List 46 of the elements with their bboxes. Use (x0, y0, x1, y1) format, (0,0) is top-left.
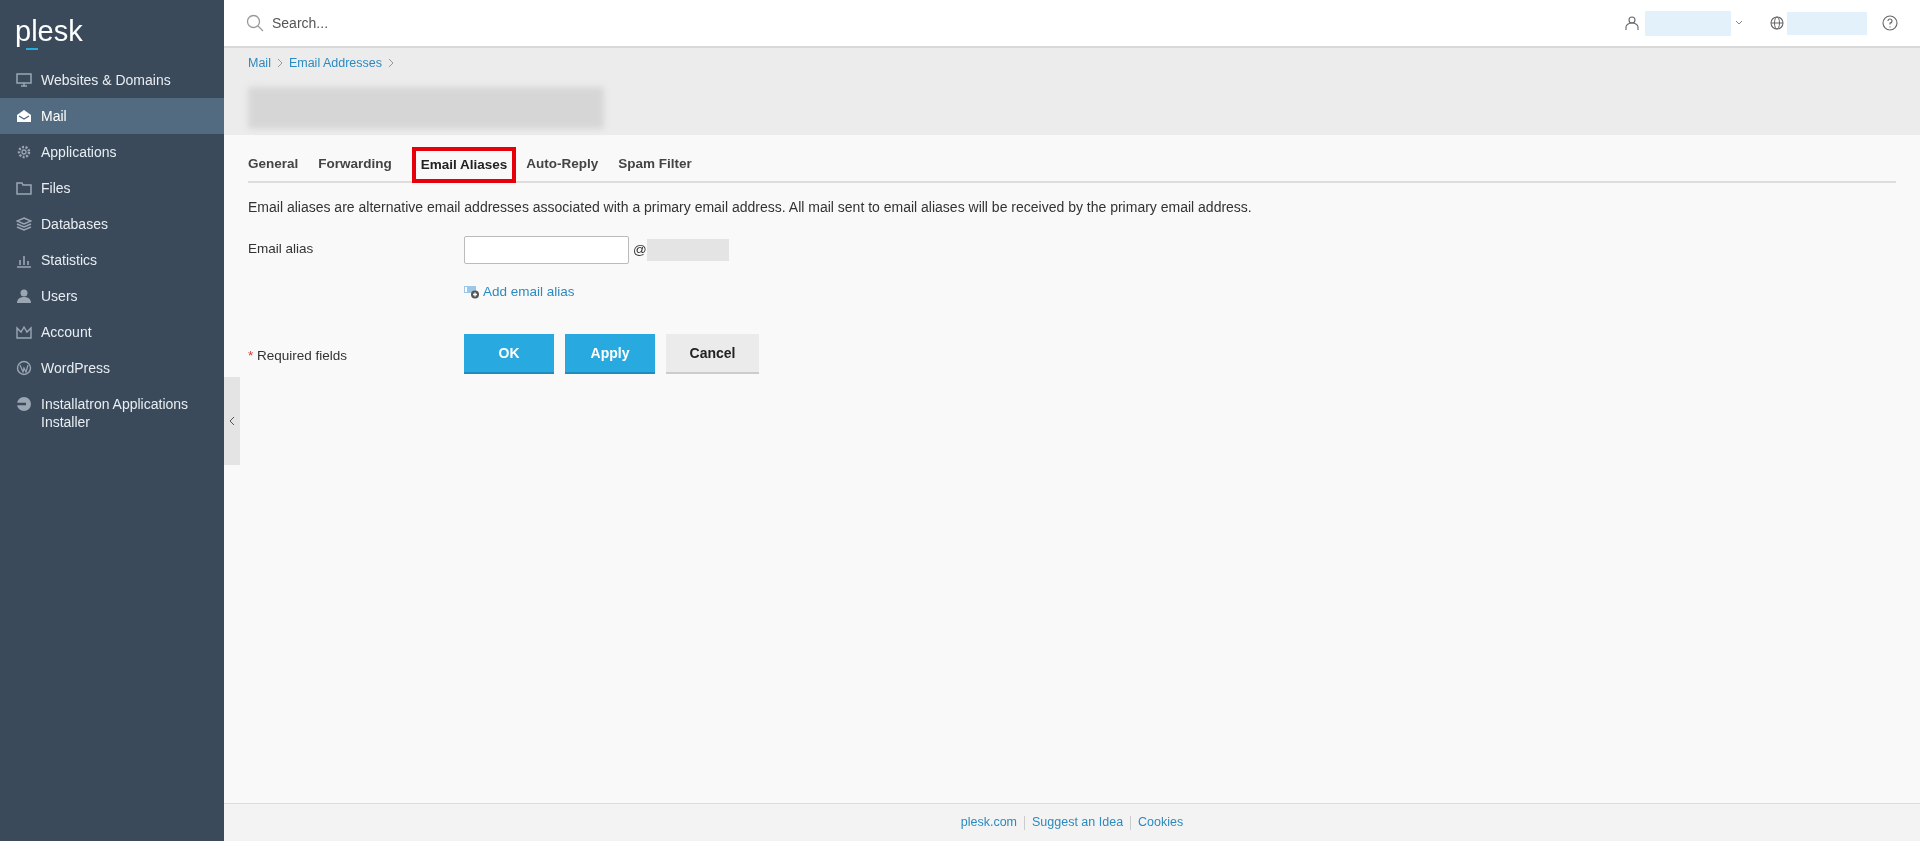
tab[interactable]: General (248, 151, 299, 181)
user-icon (16, 288, 32, 304)
sidebar-item[interactable]: WordPress (0, 350, 224, 386)
required-fields-note: * Required fields (248, 347, 349, 366)
sidebar-item[interactable]: Users (0, 278, 224, 314)
chevron-right-icon (276, 58, 283, 69)
gear-icon (16, 144, 32, 160)
tab[interactable]: Auto-Reply (526, 151, 599, 181)
field-label: Email alias (248, 239, 315, 258)
layers-icon (16, 216, 32, 232)
chevron-left-icon (229, 416, 235, 426)
wordpress-icon (16, 360, 32, 376)
email-alias-field[interactable] (464, 236, 629, 264)
monitor-icon (16, 72, 32, 88)
search-icon (246, 14, 264, 32)
mail-icon (16, 108, 32, 124)
at-sign: @ (633, 240, 647, 259)
add-email-alias-link[interactable]: Add email alias (464, 282, 575, 303)
sidebar-item[interactable]: Statistics (0, 242, 224, 278)
search-field[interactable]: Search... (272, 12, 672, 34)
plesk-logo[interactable]: plesk (15, 14, 83, 48)
crown-icon (16, 324, 32, 340)
sidebar-item[interactable]: Databases (0, 206, 224, 242)
tab[interactable]: Email Aliases (411, 147, 517, 183)
sidebar-item[interactable]: Applications (0, 134, 224, 170)
add-alias-icon (464, 285, 480, 300)
footer-link[interactable]: plesk.com (960, 813, 1018, 832)
footer-link[interactable]: Suggest an Idea (1032, 813, 1124, 832)
globe-icon[interactable] (1770, 16, 1784, 30)
tab[interactable]: Spam Filter (618, 151, 692, 181)
circle-icon (16, 396, 32, 412)
footer-link[interactable]: Cookies (1138, 813, 1184, 832)
chevron-down-icon[interactable] (1735, 20, 1743, 26)
sidebar-item[interactable]: Installatron Applications Installer (0, 386, 224, 440)
folder-icon (16, 180, 32, 196)
sidebar-item[interactable]: Mail (0, 98, 224, 134)
sidebar-item[interactable]: Files (0, 170, 224, 206)
sidebar-item[interactable]: Account (0, 314, 224, 350)
sidebar-item[interactable]: Websites & Domains (0, 62, 224, 98)
user-icon[interactable] (1625, 15, 1639, 31)
action-button[interactable]: Cancel (666, 334, 759, 375)
chevron-right-icon (388, 58, 395, 69)
description-text: Email aliases are alternative email addresses associated with a primary email address. All mail sent to email aliases will be received by the primary email address. (248, 198, 1253, 217)
tab[interactable]: Forwarding (318, 151, 392, 181)
help-icon[interactable] (1882, 15, 1898, 31)
collapse-handle[interactable] (224, 377, 240, 465)
